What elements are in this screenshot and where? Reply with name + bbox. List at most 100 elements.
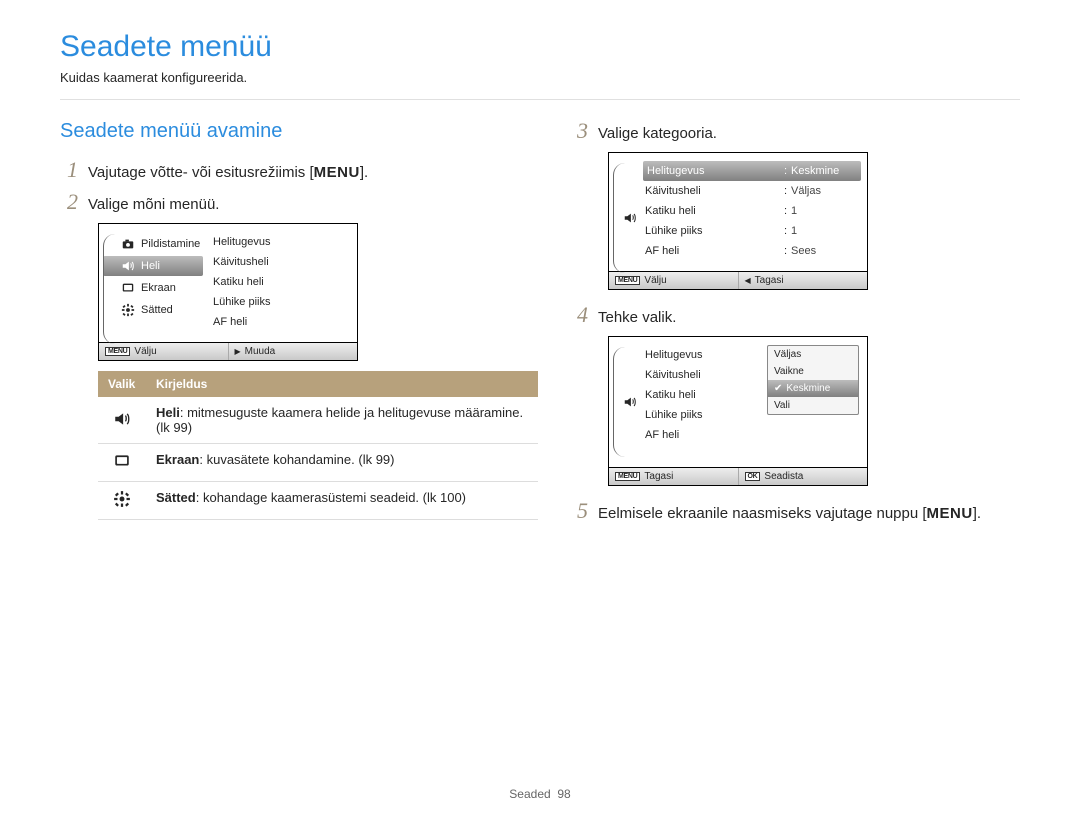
step-number: 5	[570, 500, 588, 522]
dropdown-item: Vali	[768, 397, 858, 414]
item-value: 1	[791, 225, 861, 237]
item-colon: :	[784, 185, 787, 197]
dropdown-item-label: Vaikne	[774, 366, 804, 377]
step-text: Eelmisele ekraanile naasmiseks vajutage …	[598, 505, 927, 522]
row-title: Ekraan	[156, 452, 199, 467]
step-number: 3	[570, 120, 588, 142]
dropdown-list: Väljas Vaikne ✔ Keskmine Vali	[767, 345, 859, 415]
list-item: Käivitusheli: Väljas	[643, 181, 861, 201]
step-text: Vajutage võtte- või esitusrežiimis [	[88, 164, 314, 181]
menu-key-icon: MENU	[615, 472, 640, 481]
sidebar-item-label: Ekraan	[141, 282, 176, 294]
step-number: 1	[60, 159, 78, 181]
sidebar-item: Ekraan	[103, 278, 203, 298]
footer-left-label: Välju	[134, 346, 156, 357]
dropdown-item-label: Väljas	[774, 349, 801, 360]
section-title: Seadete menüü avamine	[60, 120, 510, 143]
table-row: Ekraan: kuvasätete kohandamine. (lk 99)	[98, 444, 538, 482]
scroll-curve	[103, 234, 115, 344]
camera-screen-menu: Pildistamine Heli Ekraan Sätted Helitugevus…	[98, 223, 358, 361]
dropdown-item: ✔ Keskmine	[768, 380, 858, 397]
sidebar-item: Heli	[103, 256, 203, 276]
page-footer: Seaded 98	[0, 787, 1080, 801]
scroll-curve	[613, 347, 625, 457]
row-desc: : kohandage kaamerasüstemi seadeid. (lk …	[196, 490, 466, 505]
sidebar-item-label: Pildistamine	[141, 238, 200, 250]
sidebar-item: Sätted	[103, 300, 203, 320]
camera-screen-category: Helitugevus:KeskmineKäivitusheli:VäljasK…	[608, 152, 868, 290]
step-text: ].	[973, 505, 981, 522]
speaker-icon	[121, 259, 135, 273]
table-head-desc: Kirjeldus	[146, 371, 538, 397]
step-2: 2 Valige mõni menüü.	[60, 191, 510, 213]
right-arrow-icon: ▶	[235, 347, 241, 356]
item-label: Lühike piiks	[645, 225, 780, 237]
gear-icon	[113, 490, 131, 508]
list-item: Helitugevus	[211, 232, 351, 252]
table-row: Heli: mitmesuguste kaamera helide ja hel…	[98, 397, 538, 444]
dropdown-item: Vaikne	[768, 363, 858, 380]
list-item: Helitugevus:Keskmine	[643, 161, 861, 181]
camera-screen-choice: HelitugevusKäivitusheliKatiku heliLühike…	[608, 336, 868, 486]
footer-left-label: Tagasi	[644, 471, 673, 482]
menu-button-label: MENU	[314, 164, 360, 181]
item-label: Katiku heli	[645, 205, 780, 217]
list-item: AF heli: Sees	[643, 241, 861, 261]
item-label: AF heli	[645, 245, 780, 257]
display-icon	[121, 281, 135, 295]
row-title: Sätted	[156, 490, 196, 505]
step-text: Valige kategooria.	[598, 125, 717, 142]
list-item: Katiku heli	[211, 272, 351, 292]
display-icon	[113, 452, 131, 470]
ok-key-icon: OK	[745, 472, 761, 481]
list-item: Lühike piiks	[211, 292, 351, 312]
row-desc: : mitmesuguste kaamera helide ja helitug…	[156, 405, 523, 435]
step-number: 2	[60, 191, 78, 213]
item-label: Käivitusheli	[645, 185, 780, 197]
camera-icon	[121, 237, 135, 251]
scroll-curve	[613, 163, 625, 273]
footer-right-label: Tagasi	[755, 275, 784, 286]
item-value: Väljas	[791, 185, 861, 197]
dropdown-item-label: Keskmine	[786, 383, 830, 394]
gear-icon	[121, 303, 135, 317]
speaker-icon	[113, 410, 131, 428]
list-item: Helitugevus	[643, 345, 743, 365]
sidebar-item: Pildistamine	[103, 234, 203, 254]
step-4: 4 Tehke valik.	[570, 304, 1020, 326]
footer-right-label: Muuda	[245, 346, 276, 357]
list-item: Lühike piiks:1	[643, 221, 861, 241]
sidebar-item-label: Sätted	[141, 304, 173, 316]
dropdown-item-label: Vali	[774, 400, 790, 411]
left-arrow-icon: ◀	[745, 276, 751, 285]
item-colon: :	[784, 225, 787, 237]
footer-page-number: 98	[557, 787, 570, 801]
menu-key-icon: MENU	[105, 347, 130, 356]
page-title: Seadete menüü	[60, 30, 1020, 64]
list-item: Käivitusheli	[643, 365, 743, 385]
item-value: 1	[791, 205, 861, 217]
item-value: Sees	[791, 245, 861, 257]
item-value: Keskmine	[791, 165, 861, 177]
row-title: Heli	[156, 405, 180, 420]
item-colon: :	[784, 205, 787, 217]
step-number: 4	[570, 304, 588, 326]
divider	[60, 99, 1020, 100]
footer-section: Seaded	[509, 787, 550, 801]
check-icon: ✔	[774, 383, 782, 394]
step-text: Tehke valik.	[598, 309, 676, 326]
list-item: Katiku heli:1	[643, 201, 861, 221]
menu-button-label: MENU	[927, 505, 973, 522]
list-item: AF heli	[211, 312, 351, 332]
step-text: ].	[360, 164, 368, 181]
menu-key-icon: MENU	[615, 276, 640, 285]
item-colon: :	[784, 245, 787, 257]
step-5: 5 Eelmisele ekraanile naasmiseks vajutag…	[570, 500, 1020, 522]
step-text: Valige mõni menüü.	[88, 196, 219, 213]
list-item: Lühike piiks	[643, 405, 743, 425]
options-table: Valik Kirjeldus Heli: mitmesuguste kaame…	[98, 371, 538, 520]
footer-left-label: Välju	[644, 275, 666, 286]
speaker-icon	[623, 211, 637, 225]
item-colon: :	[784, 165, 787, 177]
step-3: 3 Valige kategooria.	[570, 120, 1020, 142]
